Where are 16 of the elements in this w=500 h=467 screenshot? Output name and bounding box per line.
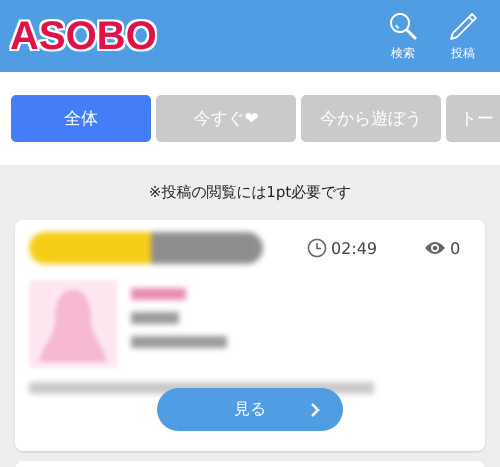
search-button[interactable]: 検索 bbox=[388, 10, 418, 62]
chevron-icon bbox=[309, 402, 321, 418]
clock-icon bbox=[307, 238, 327, 258]
elapsed-time: 02:49 bbox=[331, 238, 378, 258]
notice-text: ※投稿の閲覧には1pt必要です bbox=[148, 182, 352, 203]
logo[interactable]: ASOBO bbox=[10, 14, 157, 58]
view-button[interactable]: 見る bbox=[157, 388, 343, 431]
search-icon bbox=[388, 10, 418, 40]
blurred-text bbox=[131, 312, 179, 324]
pencil-icon bbox=[448, 10, 478, 40]
tab[interactable]: 全体 bbox=[11, 95, 151, 142]
avatar-icon bbox=[29, 280, 117, 368]
view-count: 0 bbox=[450, 238, 460, 258]
post-button[interactable]: 投稿 bbox=[448, 10, 478, 62]
blurred-name bbox=[131, 288, 186, 300]
eye-icon bbox=[424, 240, 446, 256]
